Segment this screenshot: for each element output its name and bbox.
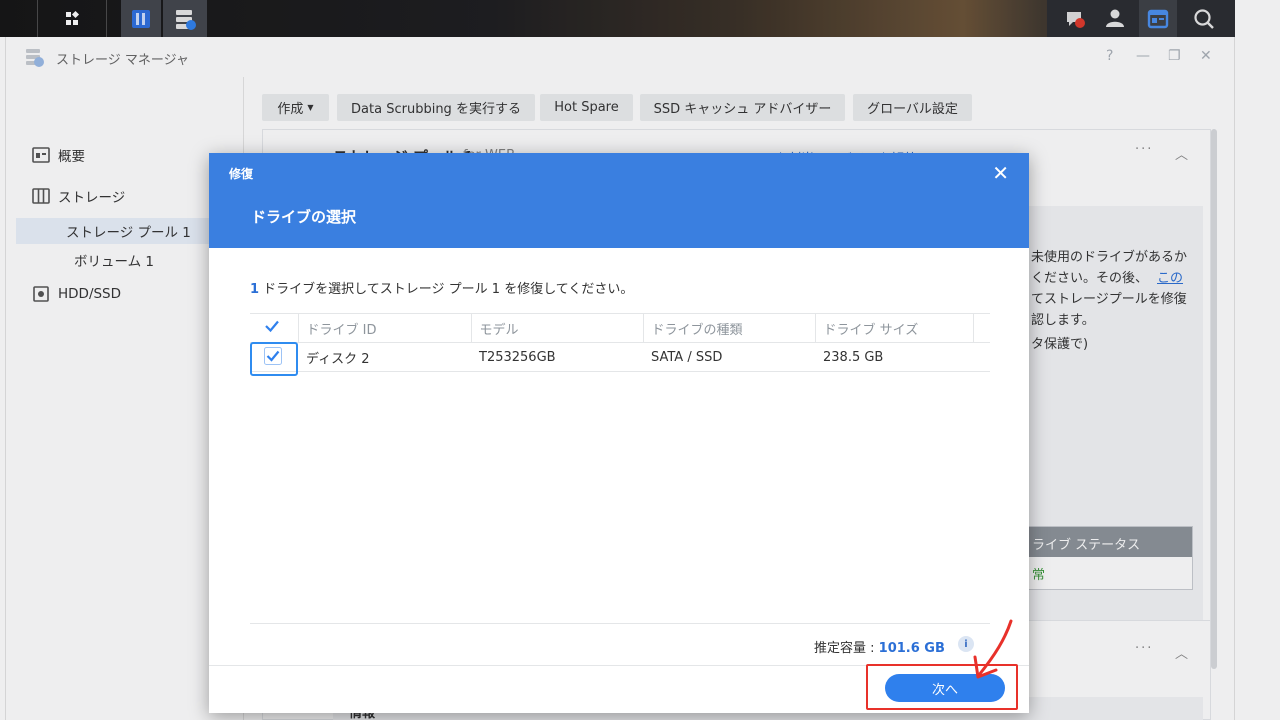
table-header-row: ドライブ ID モデル ドライブの種類 ドライブ サイズ xyxy=(250,313,990,343)
estimated-capacity: 推定容量 : 101.6 GB xyxy=(814,637,945,656)
dialog-wizard-title: 修復 xyxy=(229,167,254,181)
cell-extra xyxy=(973,342,990,372)
cell-model: T253256GB xyxy=(471,342,643,372)
close-icon[interactable]: ✕ xyxy=(992,161,1009,185)
column-header-drive-size[interactable]: ドライブ サイズ xyxy=(814,313,973,343)
cell-drive-id: ディスク 2 xyxy=(298,342,471,372)
cell-drive-type: SATA / SSD xyxy=(643,342,815,372)
drive-table: ドライブ ID モデル ドライブの種類 ドライブ サイズ ディスク 2 T253… xyxy=(250,313,990,372)
column-header-extra xyxy=(972,313,990,343)
cell-drive-size: 238.5 GB xyxy=(815,342,973,372)
repair-dialog: 修復 ドライブの選択 ✕ 1 ドライブを選択してストレージ プール 1 を修復し… xyxy=(209,153,1029,713)
dialog-step-title: ドライブの選択 xyxy=(251,208,357,226)
capacity-label: 推定容量 : xyxy=(814,641,879,656)
capacity-value: 101.6 GB xyxy=(878,641,945,656)
instruction-body: ドライブを選択してストレージ プール 1 を修復してください。 xyxy=(259,282,634,297)
column-header-drive-type[interactable]: ドライブの種類 xyxy=(642,313,815,343)
column-header-model[interactable]: モデル xyxy=(470,313,643,343)
column-header-drive-id[interactable]: ドライブ ID xyxy=(297,313,471,343)
select-all-checkbox[interactable] xyxy=(250,313,298,343)
dialog-header: 修復 ドライブの選択 ✕ xyxy=(209,153,1029,248)
required-drive-count: 1 xyxy=(250,282,260,297)
checkbox-highlight xyxy=(250,342,298,376)
checkmark-icon xyxy=(264,318,280,334)
table-row[interactable]: ディスク 2 T253256GB SATA / SSD 238.5 GB xyxy=(250,342,990,372)
instruction-text: 1 ドライブを選択してストレージ プール 1 を修復してください。 xyxy=(250,278,633,297)
annotation-arrow-icon xyxy=(973,619,1013,679)
divider xyxy=(250,623,990,624)
